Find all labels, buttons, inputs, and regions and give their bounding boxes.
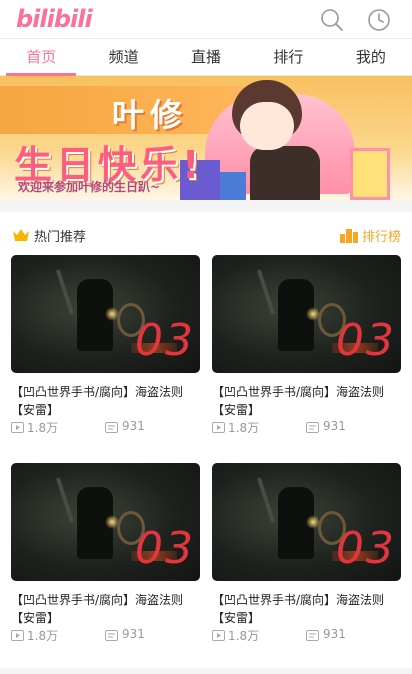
thumbnail-overlay-number: 03: [135, 523, 195, 574]
promo-banner[interactable]: 叶修 生日快乐! 欢迎来参加叶修的生日趴~: [0, 76, 412, 200]
video-stats: 1.8万 931: [11, 627, 200, 643]
tab-channels[interactable]: 频道: [82, 39, 164, 75]
video-stats: 1.8万 931: [212, 419, 401, 435]
bilibili-logo[interactable]: bilibili: [16, 5, 93, 33]
danmaku-count: 931: [323, 627, 346, 641]
ranking-link[interactable]: 排行榜: [362, 226, 401, 245]
play-count-icon: [11, 630, 24, 641]
hot-section-header: 热门推荐 排行榜: [0, 212, 412, 256]
tab-live[interactable]: 直播: [165, 39, 247, 75]
thumbnail-overlay-number: 03: [336, 523, 396, 574]
banner-character-body: [250, 146, 320, 200]
video-title[interactable]: 【凹凸世界手书/腐向】海盗法则【安雷】: [212, 383, 401, 419]
crown-icon: [12, 228, 30, 242]
danmaku-icon: [105, 630, 118, 641]
danmaku-count: 931: [122, 419, 145, 433]
danmaku-icon: [306, 630, 319, 641]
gift-box: [350, 148, 390, 200]
play-count-icon: [212, 422, 225, 433]
video-title[interactable]: 【凹凸世界手书/腐向】海盗法则【安雷】: [11, 383, 200, 419]
video-stats: 1.8万 931: [212, 627, 401, 643]
tab-mine[interactable]: 我的: [330, 39, 412, 75]
video-title[interactable]: 【凹凸世界手书/腐向】海盗法则【安雷】: [212, 591, 401, 627]
tab-ranking[interactable]: 排行: [247, 39, 329, 75]
section-divider: [0, 200, 412, 212]
search-icon[interactable]: [320, 8, 344, 32]
danmaku-icon: [306, 422, 319, 433]
thumbnail-overlay-number: 03: [135, 315, 195, 366]
bottom-divider: [0, 668, 412, 674]
banner-character-face: [240, 102, 294, 150]
play-count: 1.8万: [27, 629, 59, 643]
thumbnail-overlay-number: 03: [336, 315, 396, 366]
play-count: 1.8万: [228, 629, 260, 643]
nav-tabs: 首页 频道 直播 排行 我的: [0, 38, 412, 76]
video-thumbnail[interactable]: 03: [11, 255, 200, 373]
play-count: 1.8万: [228, 421, 260, 435]
video-thumbnail[interactable]: 03: [212, 463, 401, 581]
video-stats: 1.8万 931: [11, 419, 200, 435]
banner-title-name: 叶修: [112, 96, 189, 134]
play-count-icon: [212, 630, 225, 641]
danmaku-count: 931: [122, 627, 145, 641]
play-count: 1.8万: [27, 421, 59, 435]
tab-home[interactable]: 首页: [0, 39, 82, 76]
banner-subtitle: 欢迎来参加叶修的生日趴~: [18, 180, 161, 194]
ranking-icon[interactable]: [340, 227, 358, 243]
video-thumbnail[interactable]: 03: [11, 463, 200, 581]
video-thumbnail[interactable]: 03: [212, 255, 401, 373]
danmaku-icon: [105, 422, 118, 433]
section-title: 热门推荐: [34, 230, 87, 245]
gift-box: [220, 172, 246, 200]
play-count-icon: [11, 422, 24, 433]
top-header: bilibili: [0, 0, 412, 38]
video-title[interactable]: 【凹凸世界手书/腐向】海盗法则【安雷】: [11, 591, 200, 627]
danmaku-count: 931: [323, 419, 346, 433]
history-clock-icon[interactable]: [367, 8, 391, 32]
